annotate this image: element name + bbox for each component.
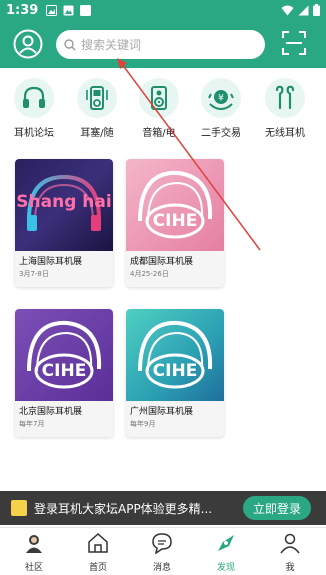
guangzhou-poster-image: CIHE — [126, 309, 224, 401]
search-icon — [64, 38, 76, 50]
expo-card-guangzhou[interactable]: CIHE 广州国际耳机展 每年9月 — [126, 309, 224, 437]
chengdu-poster-image: CIHE — [126, 159, 224, 251]
nav-label: 首页 — [88, 563, 107, 573]
nav-label: 发现 — [216, 563, 235, 573]
user-avatar-button[interactable] — [13, 29, 43, 59]
profile-icon — [280, 533, 300, 554]
headphones-icon — [23, 86, 45, 108]
wifi-icon — [281, 5, 294, 15]
nav-home[interactable]: 首页 — [73, 532, 123, 573]
trade-exchange-icon: ¥ — [208, 90, 234, 111]
image-notification-icon — [63, 5, 74, 16]
category-earbuds[interactable]: 耳塞/随 — [66, 78, 128, 139]
poster-logo-text: CIHE — [153, 211, 198, 231]
poster-logo-text: CIHE — [42, 361, 87, 381]
expo-date: 每年9月 — [130, 420, 156, 428]
shanghai-poster-image: Shang hai — [15, 159, 113, 251]
expo-poster: CIHE — [126, 159, 224, 251]
status-time: 1:39 — [6, 3, 39, 18]
photo-notification-icon — [46, 5, 57, 16]
nav-label: 我 — [285, 563, 295, 573]
app-logo-icon — [11, 500, 27, 516]
community-icon — [26, 535, 42, 553]
nav-profile[interactable]: 我 — [265, 532, 315, 573]
category-label: 无线耳机 — [265, 128, 305, 139]
system-status-icons — [281, 4, 320, 16]
nav-messages[interactable]: 消息 — [137, 532, 187, 573]
category-wireless[interactable]: 无线耳机 — [254, 78, 316, 139]
expo-title: 成都国际耳机展 — [130, 257, 194, 267]
discover-icon — [218, 535, 234, 551]
category-speakers[interactable]: 音箱/电 — [128, 78, 190, 139]
search-input[interactable] — [81, 37, 251, 52]
login-promo-text: 登录耳机大家坛APP体验更多精... — [34, 502, 213, 516]
app-notification-icon — [80, 5, 91, 16]
music-player-icon — [86, 86, 108, 110]
scan-icon[interactable] — [282, 31, 306, 55]
nav-label: 社区 — [24, 563, 43, 573]
category-forum[interactable]: 耳机论坛 — [3, 78, 65, 139]
poster-logo-text: Shang hai — [16, 192, 111, 212]
expo-title: 北京国际耳机展 — [19, 407, 83, 417]
category-second-hand[interactable]: ¥ 二手交易 — [190, 78, 252, 139]
expo-card-beijing[interactable]: CIHE 北京国际耳机展 每年7月 — [15, 309, 113, 437]
expo-date: 3月7-8日 — [19, 270, 49, 278]
battery-icon — [313, 4, 320, 16]
category-label: 二手交易 — [201, 128, 241, 139]
category-label: 耳塞/随 — [80, 128, 114, 139]
signal-icon — [298, 5, 309, 15]
nav-discover[interactable]: 发现 — [201, 532, 251, 573]
nav-community[interactable]: 社区 — [9, 532, 59, 573]
expo-poster: CIHE — [126, 309, 224, 401]
poster-logo-text: CIHE — [153, 361, 198, 381]
app-header: 1:39 — [0, 0, 326, 68]
expo-poster: Shang hai — [15, 159, 113, 251]
message-icon — [152, 533, 172, 555]
expo-card-shanghai[interactable]: Shang hai 上海国际耳机展 3月7-8日 — [15, 159, 113, 287]
wireless-earbuds-icon — [275, 85, 295, 110]
expo-date: 4月25-26日 — [130, 270, 169, 278]
svg-text:¥: ¥ — [218, 94, 224, 104]
speaker-icon — [151, 86, 167, 110]
status-bar: 1:39 — [0, 0, 326, 22]
category-label: 耳机论坛 — [14, 128, 54, 139]
expo-title: 广州国际耳机展 — [130, 407, 194, 417]
bottom-nav: 社区 首页 消息 发现 我 — [0, 527, 326, 575]
category-row: 耳机论坛 耳塞/随 音箱/电 ¥ 二手交易 无线耳机 — [0, 78, 326, 140]
expo-poster: CIHE — [15, 309, 113, 401]
beijing-poster-image: CIHE — [15, 309, 113, 401]
notification-icons — [46, 5, 91, 16]
category-label: 音箱/电 — [142, 128, 176, 139]
expo-card-chengdu[interactable]: CIHE 成都国际耳机展 4月25-26日 — [126, 159, 224, 287]
expo-date: 每年7月 — [19, 420, 45, 428]
search-bar[interactable] — [56, 30, 265, 59]
home-icon — [88, 532, 108, 553]
login-now-button[interactable]: 立即登录 — [243, 496, 311, 520]
nav-label: 消息 — [152, 563, 171, 573]
login-promo-banner: 登录耳机大家坛APP体验更多精... 立即登录 — [0, 491, 326, 525]
expo-title: 上海国际耳机展 — [19, 257, 83, 267]
